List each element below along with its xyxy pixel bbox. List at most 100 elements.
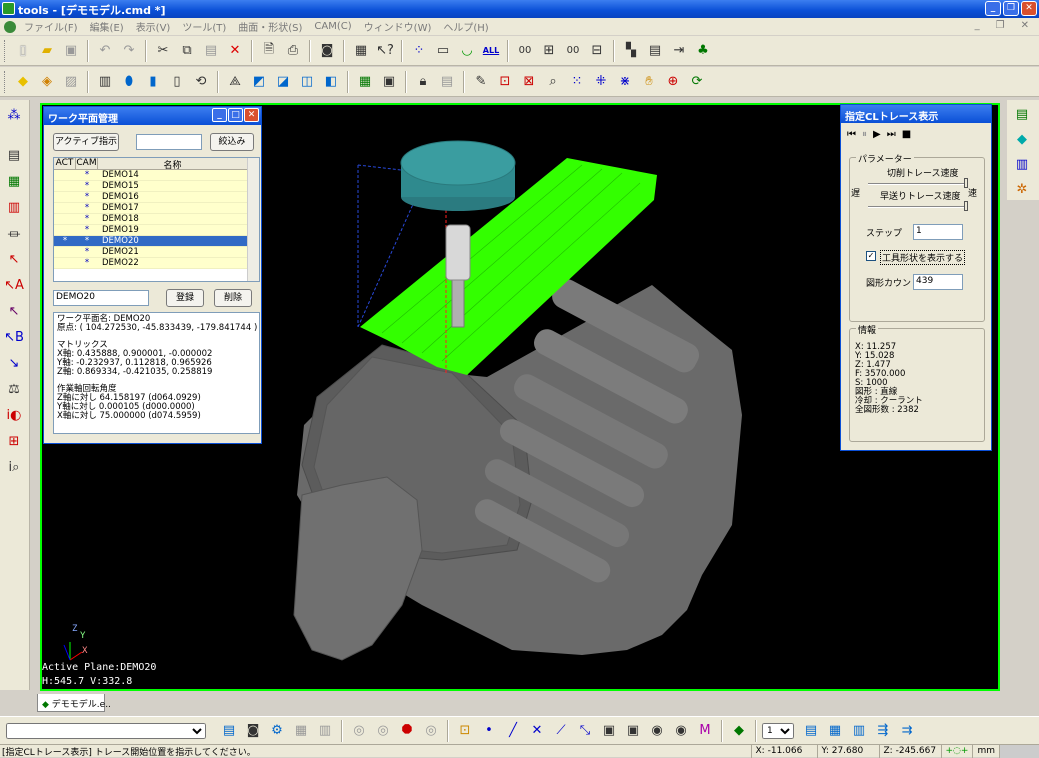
save-icon[interactable]: ▣ xyxy=(60,40,82,62)
cube-icon[interactable]: ◆ xyxy=(1011,128,1033,150)
print-preview-icon[interactable]: 🗎 xyxy=(258,40,280,62)
pan-hand-icon[interactable]: ✋︎ xyxy=(638,71,660,93)
layer-tool-2-icon[interactable]: ▦ xyxy=(824,720,846,742)
col-act[interactable]: ACT xyxy=(54,158,76,169)
go-icon[interactable]: ◎ xyxy=(348,720,370,742)
pointer-multi-icon[interactable]: ↖B xyxy=(3,326,25,348)
lock-icon[interactable]: 🔒︎ xyxy=(412,71,434,93)
fast-forward-icon[interactable]: ⏭ xyxy=(887,129,896,140)
filter-button[interactable]: 絞込み xyxy=(210,133,254,151)
pointer-check-icon[interactable]: ↘ xyxy=(3,352,25,374)
rotate-view-icon[interactable]: ⟲ xyxy=(190,71,212,93)
snap-point-icon[interactable]: ⊡ xyxy=(454,720,476,742)
menu-edit[interactable]: 編集(E) xyxy=(84,19,130,34)
rapid-speed-knob[interactable] xyxy=(964,201,968,211)
layer-manage-icon[interactable]: ▤ xyxy=(3,144,25,166)
snap-line-icon[interactable]: ╱ xyxy=(502,720,524,742)
menu-window[interactable]: ウィンドウ(W) xyxy=(358,19,438,34)
pause-icon[interactable]: ⏸ xyxy=(862,129,867,140)
list-item[interactable]: * DEMO17 xyxy=(54,203,259,214)
layer-tree-icon[interactable]: ♣ xyxy=(692,40,714,62)
shade-color-icon[interactable]: ◈ xyxy=(36,71,58,93)
cl-icon[interactable]: ▤ xyxy=(1011,103,1033,125)
cut-speed-slider[interactable] xyxy=(868,178,968,188)
layer-icon[interactable]: ▚ xyxy=(620,40,642,62)
point-select-icon[interactable]: ⁘ xyxy=(408,40,430,62)
count-input[interactable]: 439 xyxy=(913,274,963,290)
plane-icon[interactable]: ⏛ xyxy=(3,222,25,244)
list-scrollbar[interactable] xyxy=(247,158,259,281)
layer-tool-4-icon[interactable]: ⇶ xyxy=(872,720,894,742)
list-item[interactable]: * DEMO18 xyxy=(54,214,259,225)
list-item[interactable]: * DEMO16 xyxy=(54,192,259,203)
document-tab[interactable]: ◆ デモモデル.e.. xyxy=(37,694,111,712)
panel-close-button[interactable]: ✕ xyxy=(244,108,259,122)
command-combo[interactable] xyxy=(6,722,206,739)
monitor-icon[interactable]: ▣ xyxy=(378,71,400,93)
cl-trace-titlebar[interactable]: 指定CLトレース表示 xyxy=(841,105,991,123)
grid-tool-icon[interactable]: ▦ xyxy=(290,720,312,742)
list-item[interactable]: * DEMO19 xyxy=(54,225,259,236)
table-view-icon[interactable]: ⊟ xyxy=(586,40,608,62)
list-item[interactable]: * DEMO22 xyxy=(54,258,259,269)
print-icon[interactable]: ⎙ xyxy=(282,40,304,62)
iso-view-3-icon[interactable]: ◪ xyxy=(272,71,294,93)
cut-icon[interactable]: ✂ xyxy=(152,40,174,62)
snap-vertex-icon[interactable]: ▣ xyxy=(622,720,644,742)
layer-combo[interactable]: 1 xyxy=(762,722,794,739)
reset-icon[interactable]: ◎ xyxy=(420,720,442,742)
stop-icon[interactable]: ■ xyxy=(902,129,911,140)
zoom-window-icon[interactable]: ⊡ xyxy=(494,71,516,93)
layer-select-icon[interactable]: ◆ xyxy=(728,720,750,742)
iso-view-4-icon[interactable]: ◫ xyxy=(296,71,318,93)
open-folder-icon[interactable]: ▰ xyxy=(36,40,58,62)
maximize-button[interactable]: ❐ xyxy=(1003,1,1019,16)
snap-intersect-icon[interactable]: ✕ xyxy=(526,720,548,742)
snap-tangent-icon[interactable]: ⤡ xyxy=(574,720,596,742)
shade-icon[interactable]: ◆ xyxy=(12,71,34,93)
iso-view-icon[interactable]: ⟁ xyxy=(224,71,246,93)
stop-sign-icon[interactable]: ⯃ xyxy=(396,720,418,742)
zoom-extents-icon[interactable]: ⋇ xyxy=(614,71,636,93)
display-o1-button[interactable]: 00 xyxy=(514,40,536,62)
layer-copy-icon[interactable]: ▦ xyxy=(3,170,25,192)
rewind-icon[interactable]: ⏮ xyxy=(847,129,856,140)
snap-center-icon[interactable]: • xyxy=(478,720,500,742)
list-item[interactable]: * * DEMO20 xyxy=(54,236,259,247)
work-plane-list[interactable]: ACT CAM 名称 * DEMO14 * DEMO15 * DEMO16 * DEMO17 *… xyxy=(53,157,260,282)
plane-select-icon[interactable]: ▭ xyxy=(432,40,454,62)
snap-mid-icon[interactable]: M xyxy=(694,720,716,742)
menu-file[interactable]: ファイル(F) xyxy=(18,19,84,34)
snap-endpoint-icon[interactable]: ▣ xyxy=(598,720,620,742)
mdi-close-button[interactable]: ✕ xyxy=(1015,20,1035,31)
snap-midpoint-icon[interactable]: ⟋ xyxy=(550,720,572,742)
play-icon[interactable]: ▶ xyxy=(873,129,881,140)
chart-icon[interactable]: ✲ xyxy=(1011,178,1033,200)
snap-icon[interactable]: ⁂ xyxy=(3,104,25,126)
paint-brush-icon[interactable]: ✎ xyxy=(470,71,492,93)
redo-icon[interactable]: ↷ xyxy=(118,40,140,62)
tool-setting-icon[interactable]: ⚙ xyxy=(266,720,288,742)
document-icon[interactable] xyxy=(4,20,16,33)
undo-icon[interactable]: ↶ xyxy=(94,40,116,62)
info-icon[interactable]: ▦ xyxy=(350,40,372,62)
paste-icon[interactable]: ▤ xyxy=(200,40,222,62)
zoom-box-icon[interactable]: ⊠ xyxy=(518,71,540,93)
close-button[interactable]: ✕ xyxy=(1021,1,1037,16)
menu-surface[interactable]: 曲面・形状(S) xyxy=(232,19,308,34)
list-item[interactable]: * DEMO14 xyxy=(54,170,259,181)
iso-view-2-icon[interactable]: ◩ xyxy=(248,71,270,93)
snap-circle-icon[interactable]: ◉ xyxy=(646,720,668,742)
active-select-button[interactable]: アクティブ指示 xyxy=(53,133,119,151)
rapid-speed-slider[interactable] xyxy=(868,201,968,211)
snap-mode-icon[interactable]: +◌+ xyxy=(940,744,973,758)
list-item[interactable]: * DEMO15 xyxy=(54,181,259,192)
iso-view-5-icon[interactable]: ◧ xyxy=(320,71,342,93)
cylinder-view-icon[interactable]: ⬮ xyxy=(118,71,140,93)
step-icon[interactable]: ◎ xyxy=(372,720,394,742)
pointer-text-icon[interactable]: ↖A xyxy=(3,274,25,296)
list-tool-icon[interactable]: ▤ xyxy=(218,720,240,742)
display-o2-button[interactable]: 00 xyxy=(562,40,584,62)
table-tool-icon[interactable]: ▥ xyxy=(314,720,336,742)
zoom-icon[interactable]: ⌕ xyxy=(542,71,564,93)
